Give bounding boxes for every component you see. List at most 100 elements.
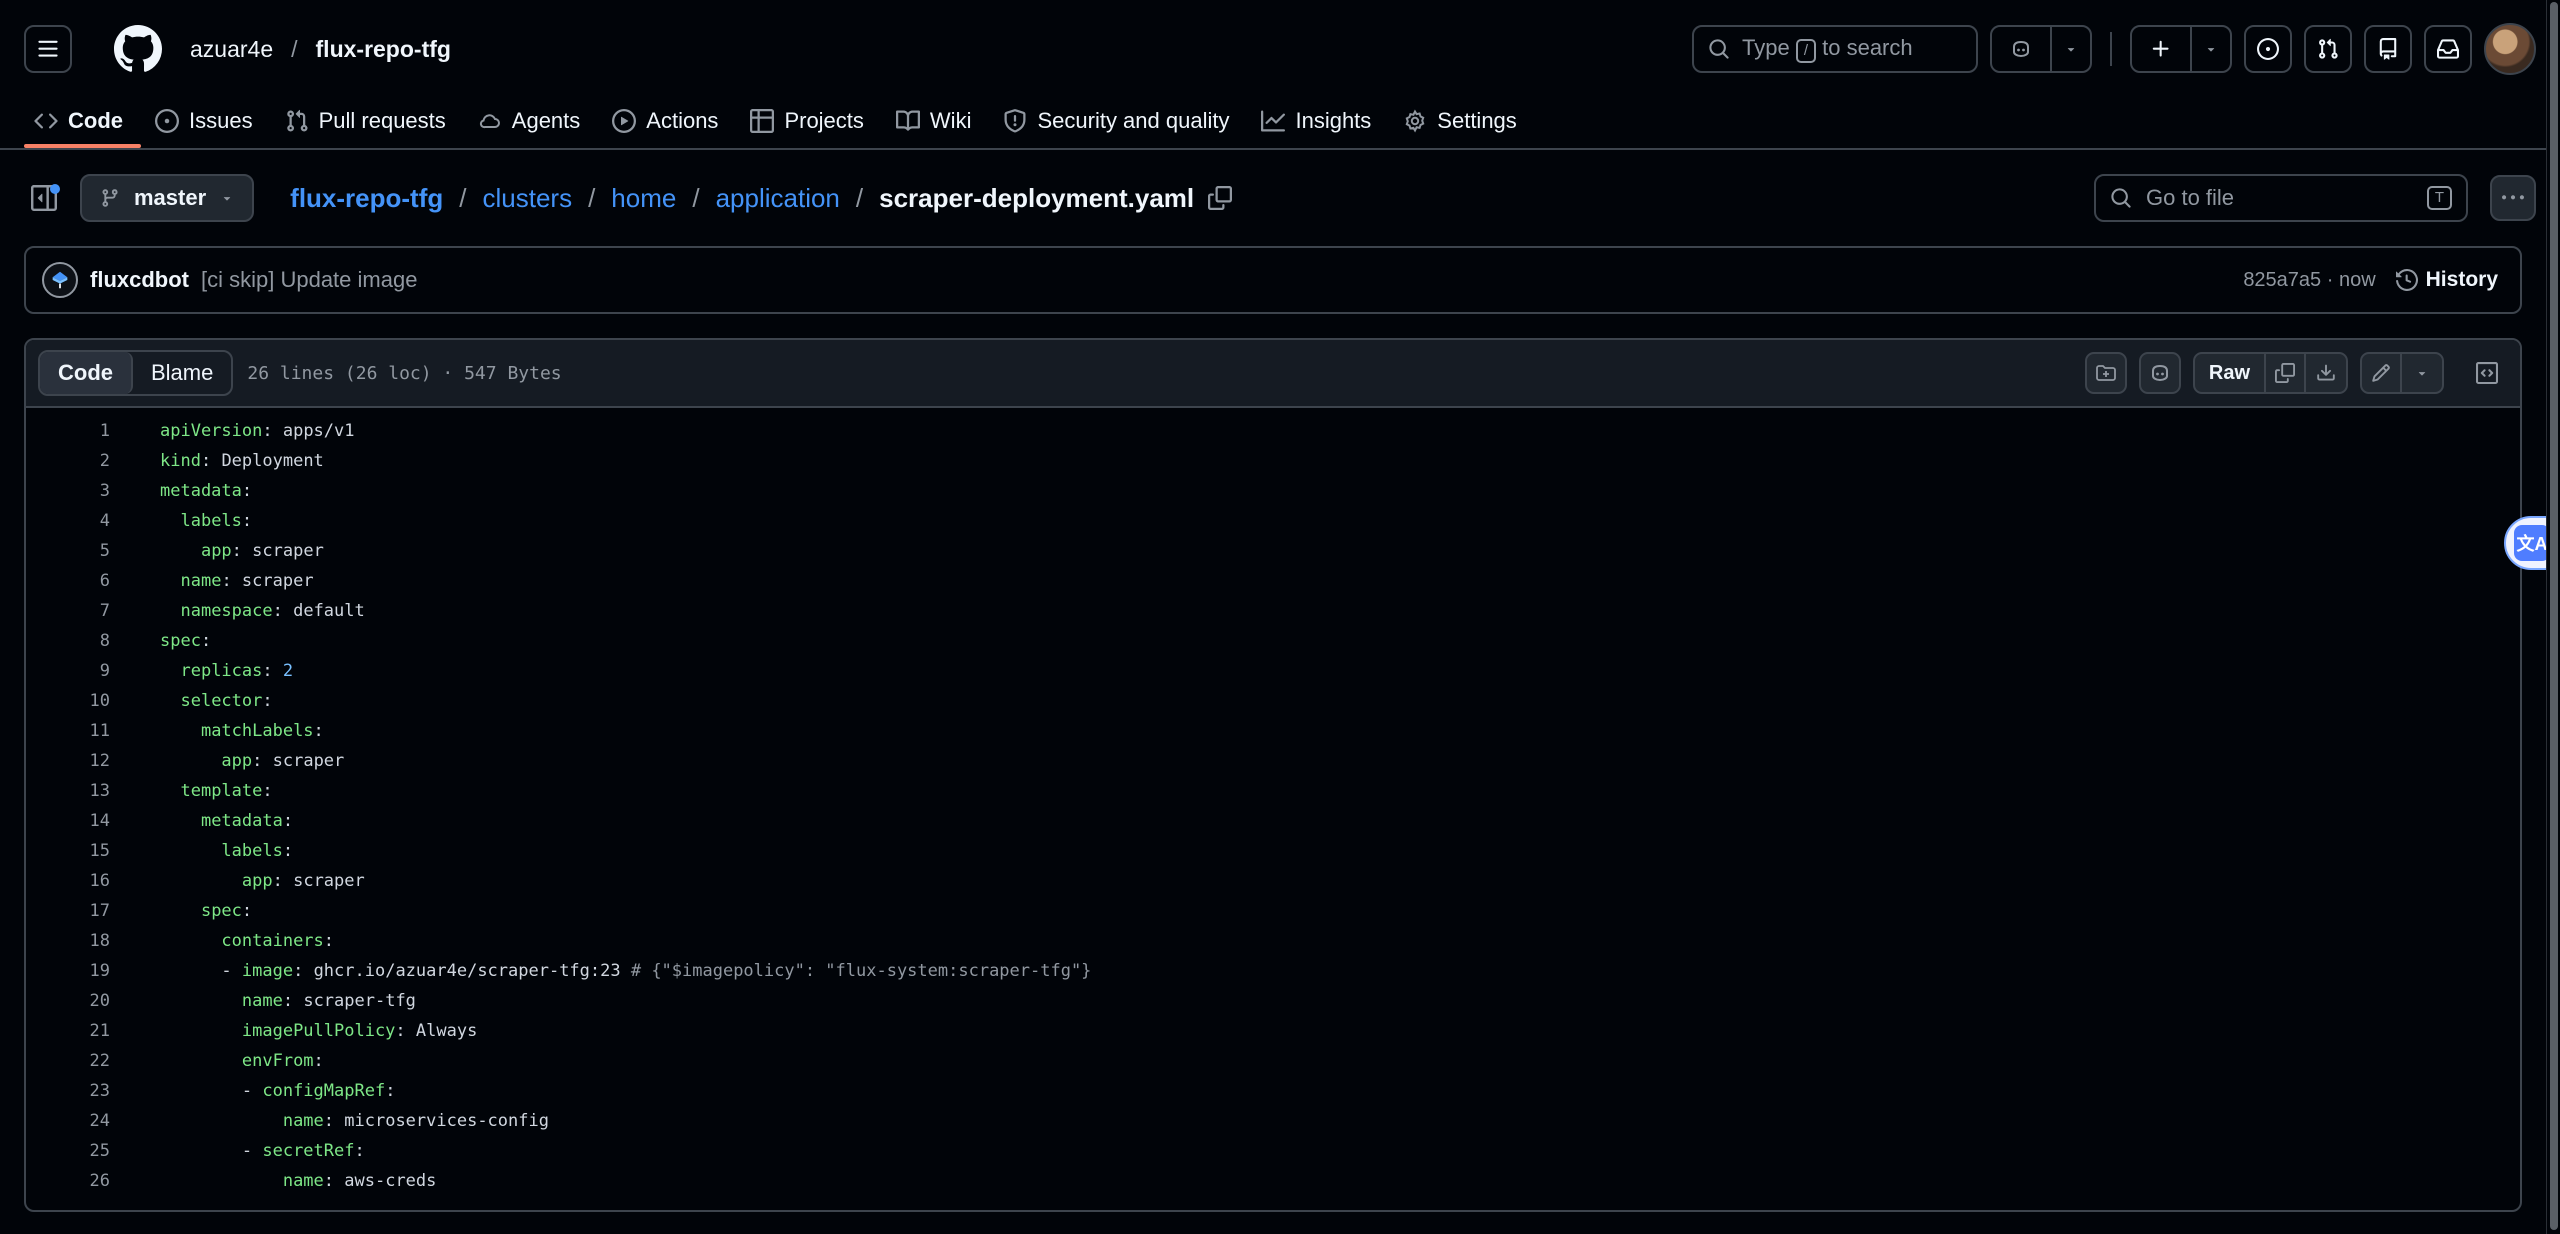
edit-file-button[interactable] bbox=[2362, 354, 2402, 392]
tab-security[interactable]: Security and quality bbox=[1003, 96, 1261, 146]
line-number[interactable]: 14 bbox=[26, 811, 110, 831]
repositories-button[interactable] bbox=[2364, 25, 2412, 73]
code-token: : bbox=[252, 751, 273, 771]
tab-projects[interactable]: Projects bbox=[750, 96, 895, 146]
line-number[interactable]: 16 bbox=[26, 871, 110, 891]
code-token: configMapRef bbox=[262, 1081, 386, 1101]
move-file-button[interactable] bbox=[2084, 352, 2127, 394]
copy-icon bbox=[2275, 363, 2295, 383]
pull-requests-button[interactable] bbox=[2304, 25, 2352, 73]
line-number[interactable]: 19 bbox=[26, 961, 110, 981]
line-number[interactable]: 24 bbox=[26, 1111, 110, 1131]
tab-issues[interactable]: Issues bbox=[155, 96, 285, 146]
tab-agents[interactable]: Agents bbox=[478, 96, 613, 146]
global-search-input[interactable]: Type / to search bbox=[1692, 25, 1978, 73]
edit-options-dropdown[interactable] bbox=[2402, 354, 2442, 392]
line-number[interactable]: 5 bbox=[26, 541, 110, 561]
page-scrollbar[interactable] bbox=[2546, 0, 2560, 1234]
line-number[interactable]: 12 bbox=[26, 751, 110, 771]
line-code: replicas: 2 bbox=[110, 661, 293, 681]
code-token: : bbox=[323, 1111, 345, 1131]
code-line: 26 name: aws-creds bbox=[26, 1166, 2520, 1196]
scrollbar-thumb[interactable] bbox=[2550, 2, 2558, 1230]
breadcrumb-home-link[interactable]: home bbox=[611, 183, 676, 214]
github-logo-icon[interactable] bbox=[114, 25, 162, 73]
code-view-button[interactable]: Code bbox=[40, 352, 133, 394]
tab-actions[interactable]: Actions bbox=[612, 96, 750, 146]
breadcrumb-clusters-link[interactable]: clusters bbox=[482, 183, 572, 214]
more-options-button[interactable] bbox=[2490, 175, 2536, 221]
copilot-button[interactable] bbox=[1992, 27, 2052, 71]
plus-icon bbox=[2152, 40, 2169, 57]
line-number[interactable]: 6 bbox=[26, 571, 110, 591]
tab-wiki[interactable]: Wiki bbox=[895, 96, 1004, 146]
global-header: azuar4e / flux-repo-tfg Type / to search bbox=[0, 0, 2560, 150]
line-number[interactable]: 18 bbox=[26, 931, 110, 951]
create-new-dropdown[interactable] bbox=[2192, 27, 2230, 71]
line-number[interactable]: 10 bbox=[26, 691, 110, 711]
code-token: spec bbox=[160, 631, 201, 651]
line-number[interactable]: 2 bbox=[26, 451, 110, 471]
tab-pull-requests[interactable]: Pull requests bbox=[285, 96, 478, 146]
bot-avatar[interactable] bbox=[42, 262, 78, 298]
line-number[interactable]: 7 bbox=[26, 601, 110, 621]
symbols-panel-button[interactable] bbox=[2466, 352, 2508, 394]
create-new-button[interactable] bbox=[2132, 27, 2192, 71]
breadcrumb-repo-link[interactable]: flux-repo-tfg bbox=[290, 183, 443, 214]
breadcrumb-application-link[interactable]: application bbox=[716, 183, 840, 214]
line-number[interactable]: 13 bbox=[26, 781, 110, 801]
code-line: 12 app: scraper bbox=[26, 746, 2520, 776]
user-avatar[interactable] bbox=[2484, 23, 2536, 75]
copy-path-button[interactable] bbox=[1208, 186, 1233, 210]
go-to-file-input[interactable]: Go to file T bbox=[2094, 174, 2468, 222]
line-number[interactable]: 1 bbox=[26, 421, 110, 441]
line-number[interactable]: 11 bbox=[26, 721, 110, 741]
file-tree-toggle-button[interactable] bbox=[20, 174, 68, 222]
copilot-ask-button[interactable] bbox=[2138, 352, 2181, 394]
tab-code[interactable]: Code bbox=[24, 96, 155, 148]
line-number[interactable]: 21 bbox=[26, 1021, 110, 1041]
line-number[interactable]: 17 bbox=[26, 901, 110, 921]
code-token: scraper bbox=[293, 871, 365, 891]
code-token: # {"$imagepolicy": "flux-system:scraper-… bbox=[620, 961, 1092, 981]
create-new-split-button[interactable] bbox=[2130, 25, 2232, 73]
copy-raw-button[interactable] bbox=[2266, 354, 2306, 392]
breadcrumb-separator: / bbox=[692, 182, 700, 213]
issues-button[interactable] bbox=[2244, 25, 2292, 73]
raw-button[interactable]: Raw bbox=[2195, 354, 2266, 392]
breadcrumb-separator: / bbox=[291, 35, 298, 62]
repo-link[interactable]: flux-repo-tfg bbox=[316, 36, 451, 63]
line-number[interactable]: 22 bbox=[26, 1051, 110, 1071]
download-button[interactable] bbox=[2306, 354, 2346, 392]
line-code: spec: bbox=[110, 901, 252, 921]
line-number[interactable]: 23 bbox=[26, 1081, 110, 1101]
code-content[interactable]: 1 apiVersion: apps/v1 2 kind: Deployment 3 me… bbox=[26, 408, 2520, 1196]
line-number[interactable]: 20 bbox=[26, 991, 110, 1011]
breadcrumb-separator: / bbox=[459, 182, 467, 213]
line-number[interactable]: 15 bbox=[26, 841, 110, 861]
graph-icon bbox=[1261, 110, 1286, 132]
history-button[interactable]: History bbox=[2395, 268, 2498, 292]
line-number[interactable]: 4 bbox=[26, 511, 110, 531]
hamburger-menu-button[interactable] bbox=[24, 25, 72, 73]
tab-settings[interactable]: Settings bbox=[1403, 96, 1549, 146]
inbox-button[interactable] bbox=[2424, 25, 2472, 73]
line-number[interactable]: 9 bbox=[26, 661, 110, 681]
code-line: 5 app: scraper bbox=[26, 536, 2520, 566]
copilot-split-button[interactable] bbox=[1990, 25, 2092, 73]
line-number[interactable]: 26 bbox=[26, 1171, 110, 1191]
branch-selector-button[interactable]: master bbox=[80, 174, 255, 222]
blame-view-button[interactable]: Blame bbox=[133, 352, 231, 394]
line-code: containers: bbox=[110, 931, 334, 951]
commit-message[interactable]: [ci skip] Update image bbox=[201, 267, 417, 293]
commit-hash-and-time[interactable]: 825a7a5 · now bbox=[2243, 269, 2375, 292]
line-number[interactable]: 25 bbox=[26, 1141, 110, 1161]
tab-insights[interactable]: Insights bbox=[1261, 96, 1403, 146]
line-number[interactable]: 3 bbox=[26, 481, 110, 501]
commit-author-link[interactable]: fluxcdbot bbox=[90, 267, 189, 293]
copilot-dropdown-button[interactable] bbox=[2052, 27, 2090, 71]
owner-link[interactable]: azuar4e bbox=[190, 36, 273, 63]
line-number[interactable]: 8 bbox=[26, 631, 110, 651]
code-token: : bbox=[231, 541, 253, 561]
